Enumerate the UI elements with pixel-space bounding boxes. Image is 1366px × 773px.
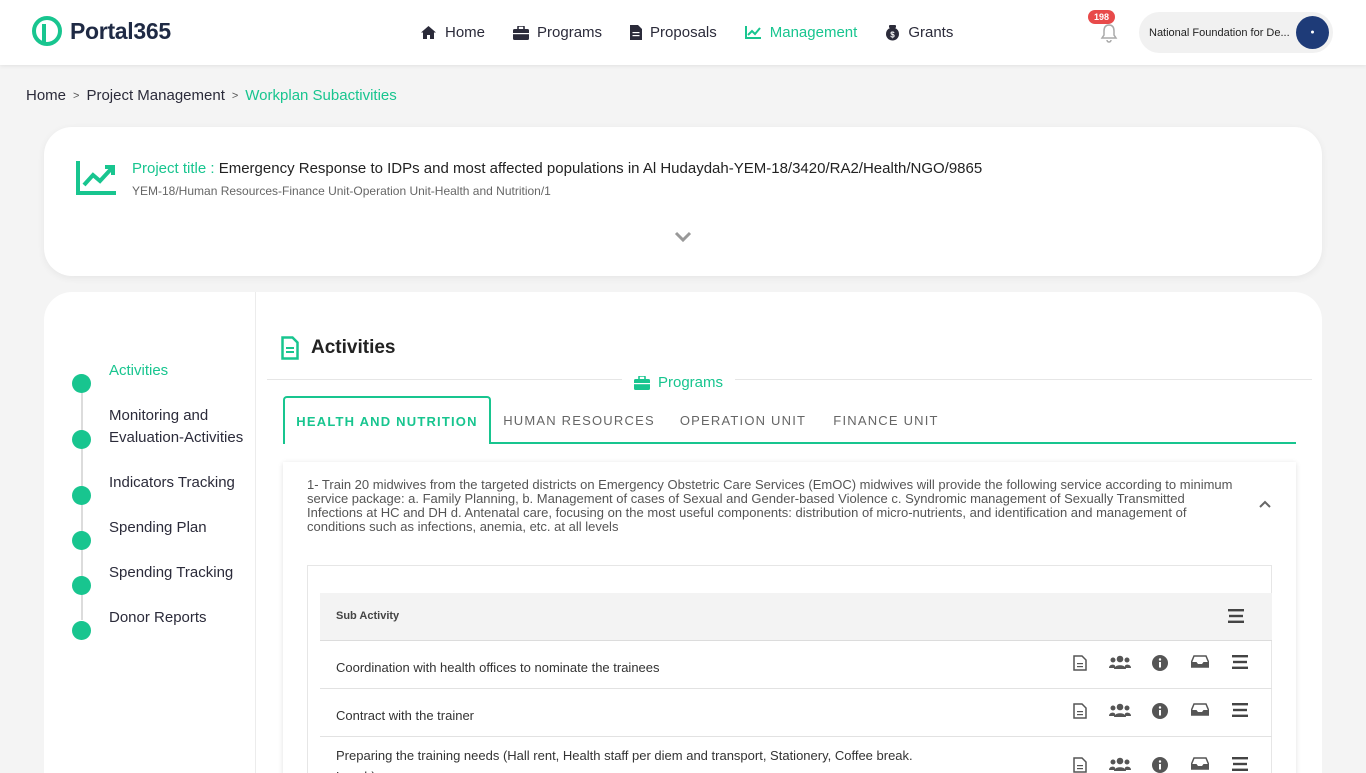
tab-health-and-nutrition[interactable]: HEALTH AND NUTRITION <box>283 396 491 444</box>
notification-bell-icon[interactable] <box>1098 22 1120 44</box>
step-label: Activities <box>109 362 169 379</box>
sub-activity-name: Coordination with health offices to nomi… <box>336 660 660 675</box>
users-icon[interactable] <box>1100 757 1140 773</box>
nav-item-grants[interactable]: $ Grants <box>885 24 953 41</box>
org-name: National Foundation for De... <box>1149 26 1290 39</box>
nav-label: Grants <box>908 24 954 41</box>
table-row: Coordination with health offices to nomi… <box>320 641 1272 689</box>
main-panel: Activities Monitoring and Evaluation-Act… <box>44 292 1322 773</box>
inbox-icon[interactable] <box>1180 703 1220 719</box>
inbox-icon[interactable] <box>1180 757 1220 773</box>
programs-label-text: Programs <box>658 374 724 391</box>
activity-description: 1- Train 20 midwives from the targeted d… <box>307 477 1233 534</box>
step-label: Spending Plan <box>109 519 207 536</box>
nav-item-proposals[interactable]: Proposals <box>630 24 717 41</box>
step-dot <box>72 621 91 640</box>
row-actions <box>1060 703 1260 719</box>
nav-label: Programs <box>537 24 603 41</box>
brand-name: Portal365 <box>70 17 171 44</box>
activities-title: Activities <box>311 337 396 358</box>
activity-card: 1- Train 20 midwives from the targeted d… <box>283 462 1296 773</box>
step-label: Donor Reports <box>109 609 207 626</box>
info-icon[interactable] <box>1140 703 1180 719</box>
project-card: Project title : Emergency Response to ID… <box>44 127 1322 276</box>
column-header-sub-activity: Sub Activity <box>336 610 400 622</box>
org-switcher[interactable]: National Foundation for De... ● <box>1139 12 1333 53</box>
nav-label: Home <box>445 24 486 41</box>
logo-mark-icon <box>32 16 62 46</box>
table-row: Preparing the training needs (Hall rent,… <box>320 737 1272 773</box>
chart-line-icon <box>744 26 761 39</box>
breadcrumb: Home > Project Management > Workplan Sub… <box>26 87 397 104</box>
inbox-icon[interactable] <box>1180 655 1220 671</box>
step-label: Spending Tracking <box>109 564 234 581</box>
document-icon[interactable] <box>1060 757 1100 773</box>
users-icon[interactable] <box>1100 655 1140 671</box>
notification-count-badge: 198 <box>1088 10 1116 24</box>
programs-label: Programs <box>622 374 736 391</box>
nav-label: Proposals <box>650 24 717 41</box>
step-dot <box>72 486 91 505</box>
top-navbar: Portal365 Home Programs Proposals Manage… <box>0 0 1366 65</box>
project-title-label: Project title : <box>132 160 215 177</box>
step-dot <box>72 531 91 550</box>
home-icon <box>421 26 436 39</box>
svg-text:$: $ <box>891 30 896 39</box>
briefcase-icon <box>513 25 530 40</box>
breadcrumb-separator: > <box>73 89 80 102</box>
row-actions <box>1060 757 1260 773</box>
money-bag-icon: $ <box>886 24 900 40</box>
nav-label: Management <box>769 24 858 41</box>
step-label: Monitoring and Evaluation-Activities <box>109 407 244 446</box>
sub-activity-name: Contract with the trainer <box>336 708 475 723</box>
tab-human-resources[interactable]: HUMAN RESOURCES <box>491 396 667 444</box>
document-icon <box>630 25 643 40</box>
users-icon[interactable] <box>1100 703 1140 719</box>
step-label: Indicators Tracking <box>109 474 235 491</box>
project-title: Project title : Emergency Response to ID… <box>132 160 982 177</box>
chart-line-icon <box>76 161 116 195</box>
breadcrumb-home[interactable]: Home <box>26 87 66 104</box>
project-subtitle: YEM-18/Human Resources-Finance Unit-Oper… <box>132 184 551 198</box>
breadcrumb-current: Workplan Subactivities <box>245 87 397 104</box>
info-icon[interactable] <box>1140 655 1180 671</box>
nav-item-home[interactable]: Home <box>420 24 485 41</box>
expand-chevron-icon[interactable] <box>674 231 692 243</box>
activities-header: Activities <box>281 336 395 360</box>
document-icon[interactable] <box>1060 655 1100 671</box>
step-dot <box>72 430 91 449</box>
document-icon[interactable] <box>1060 703 1100 719</box>
main-nav: Home Programs Proposals Management $ Gra… <box>420 0 981 65</box>
file-text-icon <box>281 336 299 360</box>
tab-operation-unit[interactable]: OPERATION UNIT <box>667 396 819 444</box>
nav-item-programs[interactable]: Programs <box>513 24 602 41</box>
tab-finance-unit[interactable]: FINANCE UNIT <box>819 396 953 444</box>
org-avatar: ● <box>1296 16 1329 49</box>
table-header: Sub Activity <box>320 593 1272 641</box>
breadcrumb-separator: > <box>231 89 239 102</box>
program-tabs: HEALTH AND NUTRITION HUMAN RESOURCES OPE… <box>283 396 1296 444</box>
row-actions <box>1060 655 1260 671</box>
menu-icon[interactable] <box>1220 703 1260 719</box>
table-row: Contract with the trainer <box>320 689 1272 737</box>
menu-icon[interactable] <box>1220 757 1260 773</box>
sub-activity-name: Preparing the training needs (Hall rent,… <box>336 748 913 773</box>
step-dot <box>72 576 91 595</box>
menu-icon[interactable] <box>1220 655 1260 671</box>
briefcase-icon <box>634 375 650 390</box>
menu-icon[interactable] <box>1228 609 1244 623</box>
subactivity-table-container: Sub Activity Coordination with health of… <box>307 565 1272 773</box>
brand-logo[interactable]: Portal365 <box>32 16 171 46</box>
programs-divider <box>267 379 1312 380</box>
info-icon[interactable] <box>1140 757 1180 773</box>
breadcrumb-parent[interactable]: Project Management <box>86 87 224 104</box>
collapse-chevron-icon[interactable] <box>1258 500 1272 509</box>
nav-item-management[interactable]: Management <box>744 24 858 41</box>
step-dot <box>72 374 91 393</box>
project-title-value: Emergency Response to IDPs and most affe… <box>218 160 983 177</box>
